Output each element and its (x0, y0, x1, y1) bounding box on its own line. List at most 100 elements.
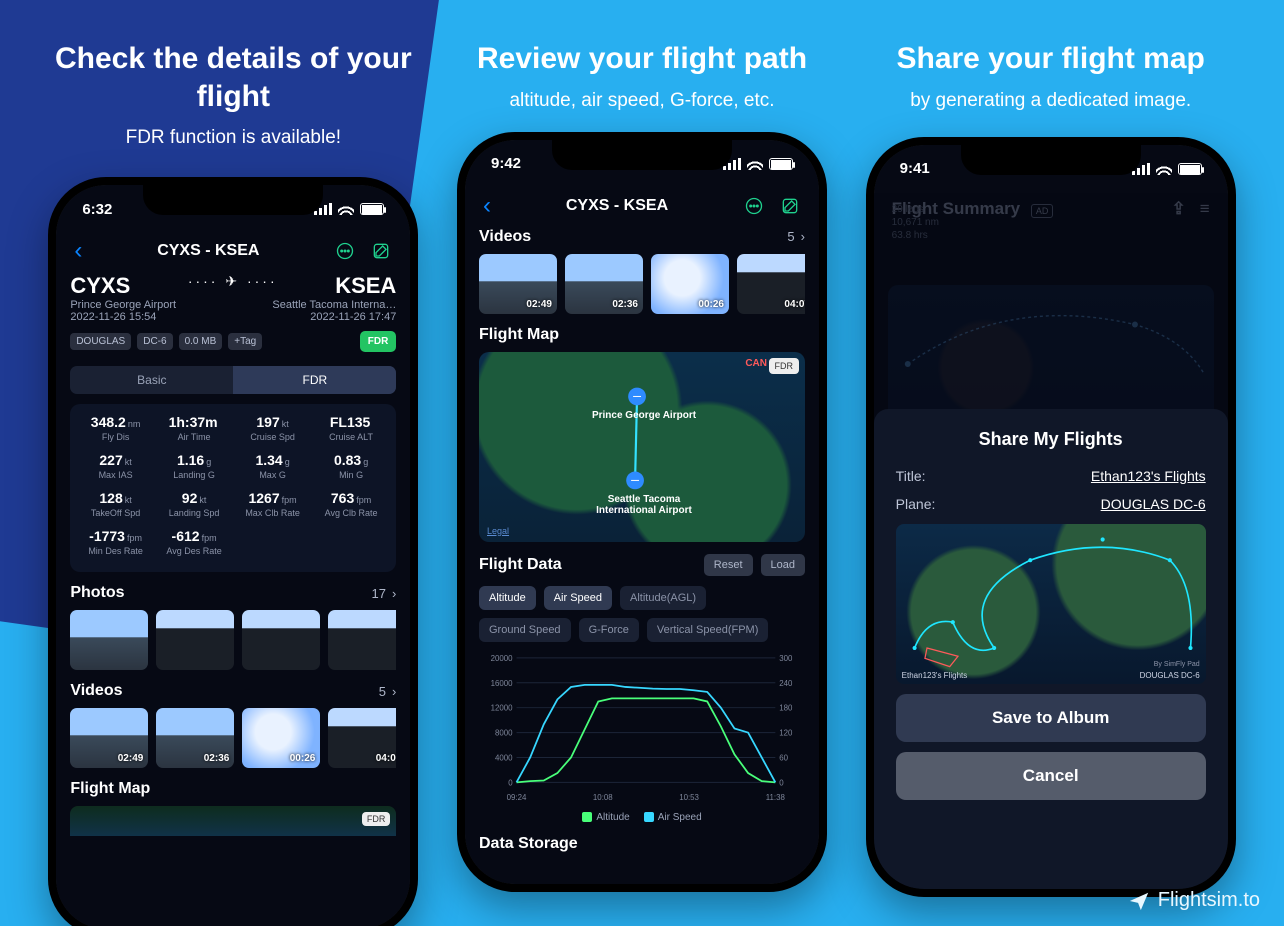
svg-text:09:24: 09:24 (507, 793, 527, 802)
svg-text:240: 240 (779, 678, 793, 687)
metric-chip[interactable]: Altitude (479, 586, 536, 610)
stat-cell: -612fpmAvg Des Rate (155, 528, 234, 556)
share-map-preview: Ethan123's Flights DOUGLAS DC-6 By SimFl… (896, 524, 1206, 684)
tag-add[interactable]: +Tag (228, 333, 262, 350)
metric-chip[interactable]: Vertical Speed(FPM) (647, 618, 768, 642)
video-thumb[interactable]: 04:07 (328, 708, 396, 768)
status-time: 9:42 (491, 155, 521, 172)
status-time: 9:41 (900, 160, 930, 177)
videos-count[interactable]: 5› (787, 229, 805, 244)
photos-count[interactable]: 17› (372, 586, 397, 601)
stat-cell: 92ktLanding Spd (155, 490, 234, 518)
photos-row[interactable] (70, 610, 396, 670)
more-icon[interactable] (743, 195, 765, 217)
more-icon[interactable] (334, 240, 356, 262)
datastorage-heading: Data Storage (479, 835, 578, 853)
map-dep-label: Prince George Airport (579, 410, 709, 422)
paper-plane-icon (1128, 890, 1150, 912)
videos-count[interactable]: 5› (379, 684, 397, 699)
svg-text:60: 60 (779, 753, 788, 762)
tag[interactable]: 0.0 MB (179, 333, 223, 350)
stat-cell: 128ktTakeOff Spd (76, 490, 155, 518)
svg-text:4000: 4000 (495, 753, 513, 762)
fdr-badge[interactable]: FDR (360, 331, 397, 352)
stat-cell: 0.83gMin G (312, 452, 391, 480)
phone-2: 9:42 ‹ CYXS - KSEA Videos (457, 132, 827, 892)
battery-icon (769, 158, 793, 170)
load-button[interactable]: Load (761, 554, 805, 576)
flightmap-heading: Flight Map (479, 326, 559, 344)
share-map-caption-left: Ethan123's Flights (902, 671, 968, 680)
video-thumb[interactable]: 02:49 (479, 254, 557, 314)
plane-value[interactable]: DOUGLAS DC-6 (1101, 496, 1206, 512)
chevron-right-icon: › (392, 684, 396, 699)
stat-cell: -1773fpmMin Des Rate (76, 528, 155, 556)
share-sheet: Share My Flights Title:Ethan123's Flight… (874, 409, 1228, 889)
back-button[interactable]: ‹ (74, 237, 82, 265)
reset-button[interactable]: Reset (704, 554, 753, 576)
map-arr-label: Seattle Tacoma International Airport (574, 494, 714, 517)
tag[interactable]: DC-6 (137, 333, 172, 350)
videos-row[interactable]: 02:49 02:36 00:26 04:07 (70, 708, 396, 768)
fdr-stats-grid: 348.2nmFly Dis1h:37mAir Time197ktCruise … (70, 404, 396, 572)
video-thumb[interactable]: 04:07 (737, 254, 805, 314)
stat-cell: 227ktMax IAS (76, 452, 155, 480)
col3-headline: Share your flight map (896, 40, 1204, 78)
map-legal-link[interactable]: Legal (487, 526, 509, 536)
phone-1: 6:32 ‹ CYXS - KSEA (48, 177, 418, 926)
status-time: 6:32 (82, 201, 112, 218)
svg-text:10:08: 10:08 (593, 793, 613, 802)
video-thumb[interactable]: 00:26 (651, 254, 729, 314)
photo-thumb[interactable] (156, 610, 234, 670)
seg-fdr[interactable]: FDR (233, 366, 396, 394)
flight-data-chart[interactable]: 0400080001200016000200000601201802403000… (479, 650, 805, 810)
video-thumb[interactable]: 02:36 (565, 254, 643, 314)
stat-cell: 348.2nmFly Dis (76, 414, 155, 442)
arr-time: 2022-11-26 17:47 (272, 311, 396, 323)
title-value[interactable]: Ethan123's Flights (1091, 468, 1206, 484)
video-thumb[interactable]: 00:26 (242, 708, 320, 768)
video-thumb[interactable]: 02:36 (156, 708, 234, 768)
stat-cell (312, 528, 391, 556)
metric-chip[interactable]: Ground Speed (479, 618, 571, 642)
edit-icon[interactable] (779, 195, 801, 217)
svg-text:16000: 16000 (491, 678, 514, 687)
wifi-icon (1156, 163, 1172, 175)
seg-basic[interactable]: Basic (70, 366, 233, 394)
photo-thumb[interactable] (70, 610, 148, 670)
nav-title: CYXS - KSEA (566, 197, 668, 215)
stat-cell: 1.34gMax G (233, 452, 312, 480)
col2-subline: altitude, air speed, G-force, etc. (509, 90, 774, 112)
video-thumb[interactable]: 02:49 (70, 708, 148, 768)
stat-cell: 1h:37mAir Time (155, 414, 234, 442)
svg-text:0: 0 (779, 778, 784, 787)
back-button[interactable]: ‹ (483, 192, 491, 220)
svg-text:11:38: 11:38 (766, 793, 786, 802)
cancel-button[interactable]: Cancel (896, 752, 1206, 800)
photo-thumb[interactable] (242, 610, 320, 670)
edit-icon[interactable] (370, 240, 392, 262)
photo-thumb[interactable] (328, 610, 396, 670)
arr-code: KSEA (335, 273, 396, 299)
save-to-album-button[interactable]: Save to Album (896, 694, 1206, 742)
flight-map-preview[interactable]: FDR (70, 806, 396, 836)
metric-chips: Altitude Air Speed Altitude(AGL) Ground Spe… (479, 586, 805, 642)
dep-time: 2022-11-26 15:54 (70, 311, 176, 323)
flight-map[interactable]: FDR CAN Prince George Airport Seattle Ta… (479, 352, 805, 542)
arr-name: Seattle Tacoma Interna… (272, 299, 396, 311)
tag[interactable]: DOUGLAS (70, 333, 131, 350)
stats-segment[interactable]: Basic FDR (70, 366, 396, 394)
col3-subline: by generating a dedicated image. (910, 90, 1191, 112)
sheet-title: Share My Flights (896, 429, 1206, 450)
videos-heading: Videos (479, 228, 531, 246)
col1-headline: Check the details of your flight (43, 40, 423, 115)
svg-text:180: 180 (779, 703, 793, 712)
wifi-icon (338, 203, 354, 215)
stat-cell: FL135Cruise ALT (312, 414, 391, 442)
metric-chip[interactable]: G-Force (579, 618, 639, 642)
metric-chip[interactable]: Altitude(AGL) (620, 586, 706, 610)
metric-chip[interactable]: Air Speed (544, 586, 612, 610)
svg-text:10:53: 10:53 (679, 793, 699, 802)
share-map-byline: By SimFly Pad (1154, 661, 1200, 668)
fdr-mini-badge: FDR (362, 812, 391, 826)
